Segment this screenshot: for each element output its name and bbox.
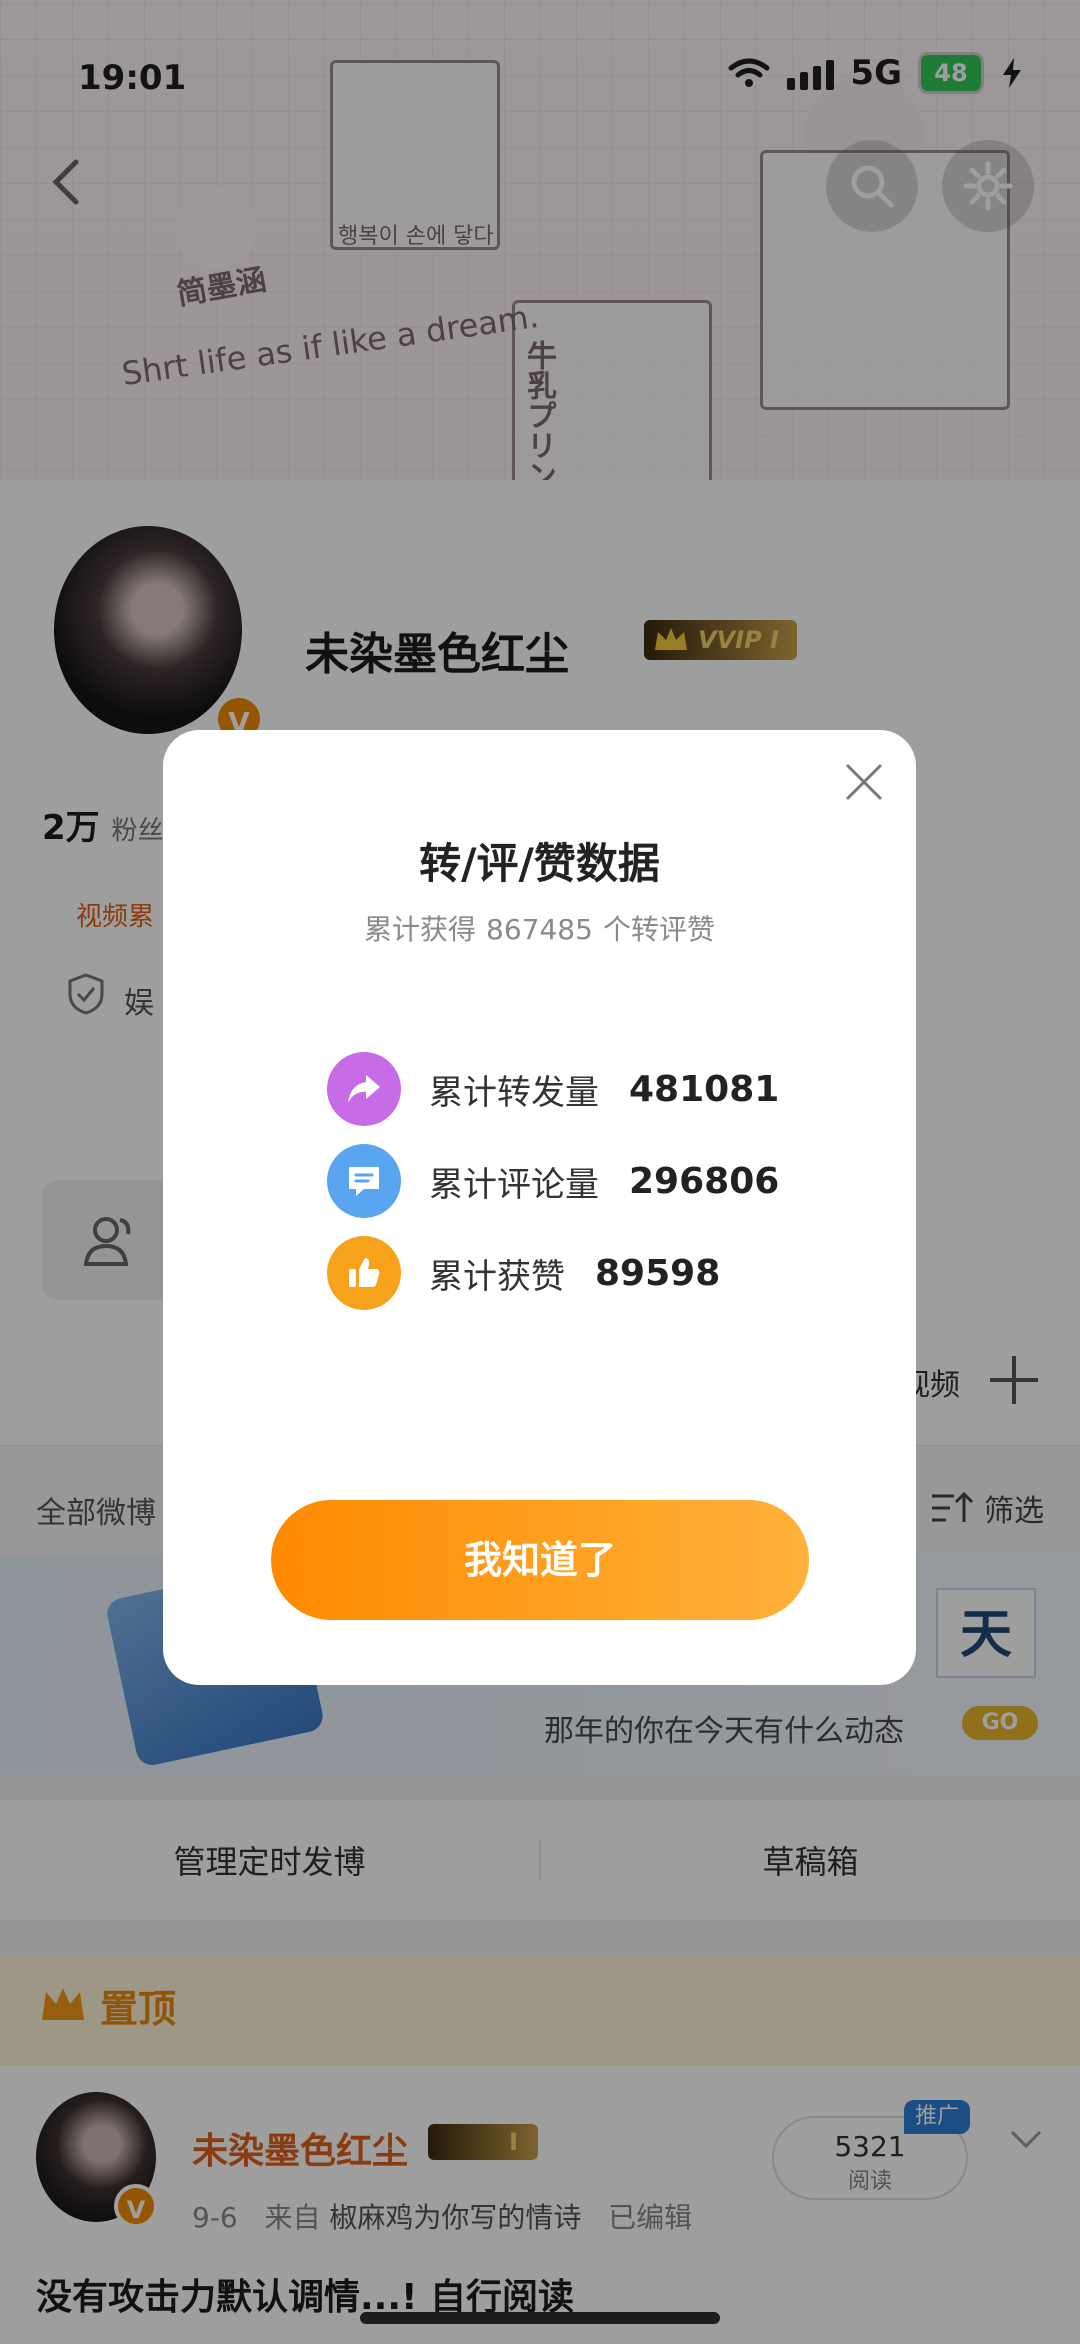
thumbs-up-icon [327, 1236, 401, 1310]
stats-modal: 转/评/赞数据 累计获得 867485 个转评赞 累计转发量 481081 累计评论… [163, 730, 916, 1685]
stat-label: 累计转发量 [429, 1072, 599, 1113]
close-icon[interactable] [836, 754, 892, 810]
modal-subtitle: 累计获得 867485 个转评赞 [163, 908, 916, 948]
modal-title: 转/评/赞数据 [419, 839, 660, 888]
stat-label: 累计获赞 [429, 1256, 565, 1297]
confirm-button[interactable]: 我知道了 [271, 1500, 809, 1620]
subtitle-total: 867485 [486, 913, 593, 946]
stat-value: 89598 [595, 1252, 721, 1294]
share-icon [327, 1052, 401, 1126]
stat-row-comments: 累计评论量 296806 [327, 1144, 779, 1218]
stat-row-reposts: 累计转发量 481081 [327, 1052, 779, 1126]
stat-value: 481081 [629, 1068, 780, 1110]
stat-value: 296806 [629, 1160, 780, 1202]
home-indicator[interactable] [360, 2312, 720, 2324]
screen: Shrt life as if like a dream. 행복이 손에 닿다 … [0, 0, 1080, 2344]
subtitle-prefix: 累计获得 [364, 913, 477, 946]
subtitle-suffix: 个转评赞 [602, 913, 715, 946]
stat-row-likes: 累计获赞 89598 [327, 1236, 720, 1310]
stat-label: 累计评论量 [429, 1164, 599, 1205]
comment-icon [327, 1144, 401, 1218]
